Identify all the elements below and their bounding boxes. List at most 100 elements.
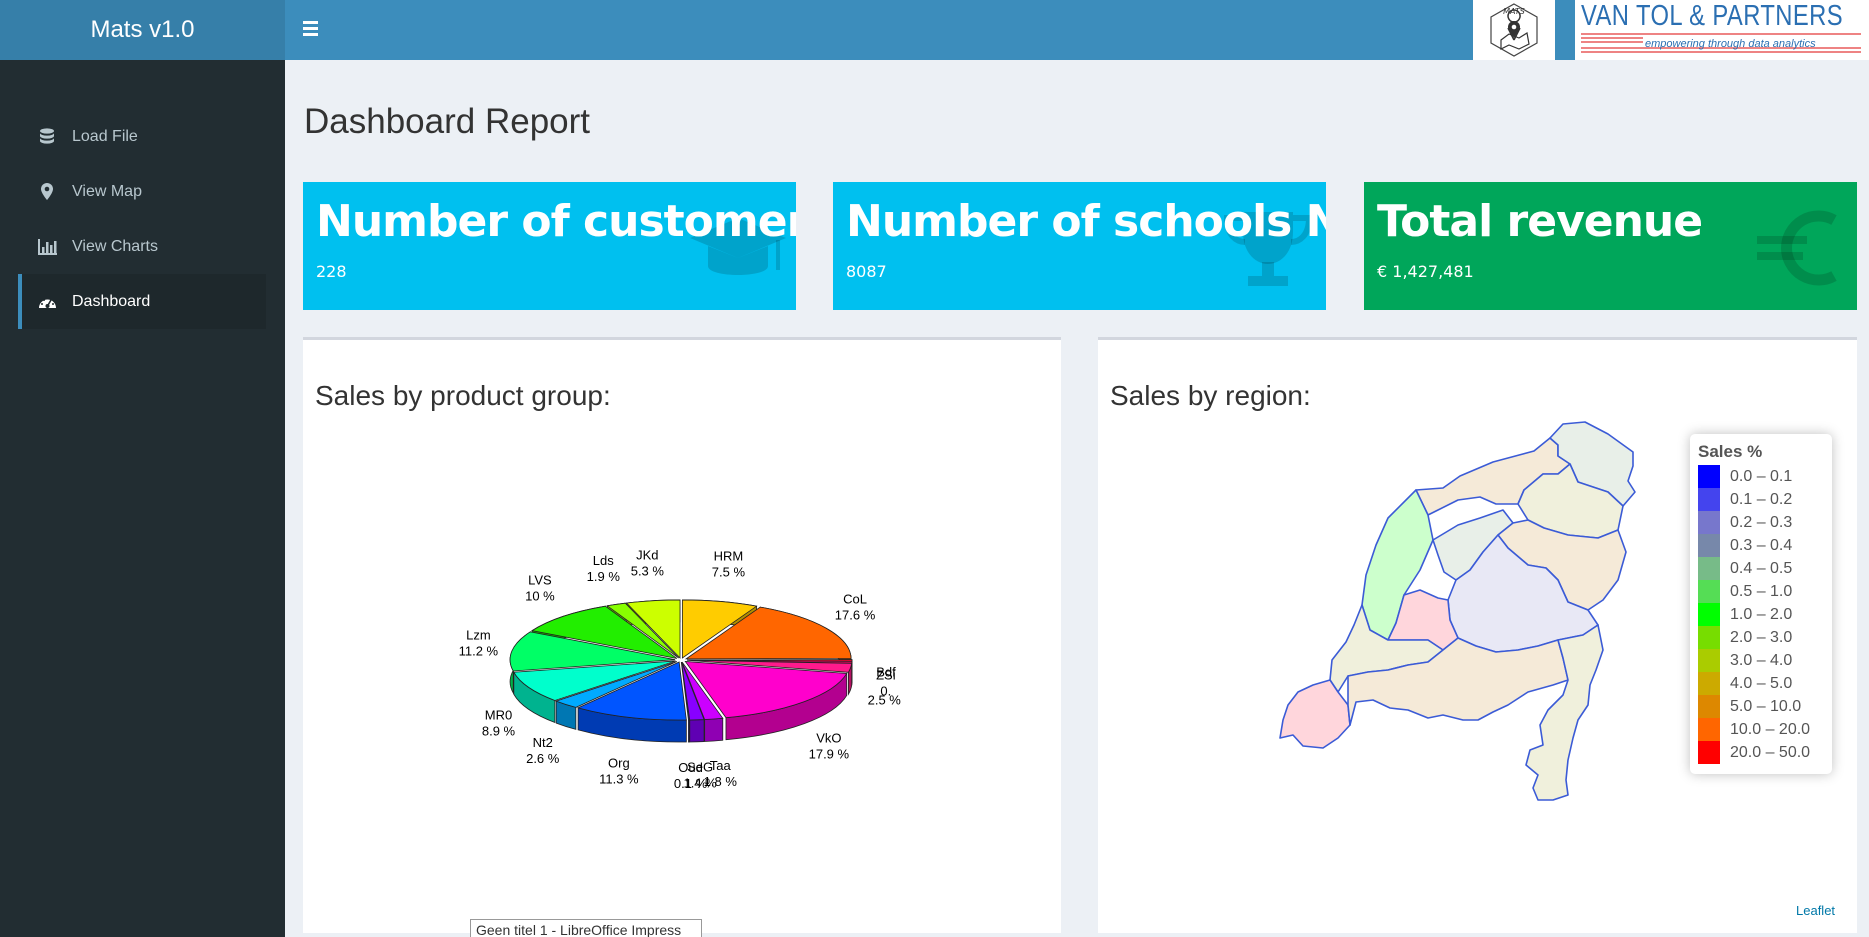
legend-label: 0.3 – 0.4: [1730, 536, 1793, 554]
legend-row: 5.0 – 10.0: [1698, 695, 1824, 718]
legend-label: 10.0 – 20.0: [1730, 720, 1811, 738]
legend-swatch: [1698, 465, 1720, 488]
legend-label: 0.5 – 1.0: [1730, 582, 1793, 600]
company-tagline: empowering through data analytics: [1645, 38, 1816, 50]
legend-label: 0.1 – 0.2: [1730, 490, 1793, 508]
pie-label: Org: [608, 755, 630, 770]
sidebar-toggle-icon[interactable]: [303, 18, 323, 42]
legend-swatch: [1698, 580, 1720, 603]
legend-row: 0.2 – 0.3: [1698, 511, 1824, 534]
valuebox-value: 8087: [846, 262, 887, 281]
legend-row: 10.0 – 20.0: [1698, 718, 1824, 741]
pie-label: JKd: [636, 547, 658, 562]
company-logo: VAN TOL & PARTNERS empowering through da…: [1575, 0, 1869, 60]
taskbar-tooltip: Geen titel 1 - LibreOffice Impress: [470, 919, 702, 937]
pie-value-label: 2.5 %: [868, 693, 902, 708]
pie-label: ZSi: [876, 668, 896, 683]
pie-label: Lzm: [466, 627, 491, 642]
pie-value-label: 17.6 %: [835, 607, 876, 622]
pie-label: Oud: [678, 760, 703, 775]
pie-label: VkO: [816, 730, 841, 745]
sidebar-item-label: View Charts: [72, 237, 158, 255]
legend-label: 3.0 – 4.0: [1730, 651, 1793, 669]
pie-value-label: 10 %: [525, 588, 555, 603]
legend-label: 2.0 – 3.0: [1730, 628, 1793, 646]
pie-chart: HRM7.5 %CoL17.6 %BdfZSi0.2.5 %VkO17.9 %T…: [459, 547, 902, 791]
legend-row: 20.0 – 50.0: [1698, 741, 1824, 764]
pie-label: LVS: [528, 572, 552, 587]
pie-value-label: 5.3 %: [631, 563, 665, 578]
leaflet-attribution-link[interactable]: Leaflet: [1796, 903, 1835, 918]
legend-row: 0.1 – 0.2: [1698, 488, 1824, 511]
pie-label: Nt2: [533, 735, 553, 750]
valuebox-customers: Number of customers 228: [303, 182, 796, 310]
valuebox-value: 228: [316, 262, 347, 281]
legend-row: 0.0 – 0.1: [1698, 465, 1824, 488]
legend-label: 4.0 – 5.0: [1730, 674, 1793, 692]
sidebar-item-load-file[interactable]: Load File: [18, 109, 266, 164]
legend-row: 0.3 – 0.4: [1698, 534, 1824, 557]
database-icon: [36, 126, 58, 148]
top-navbar: MATS VAN TOL & PARTNERS empowering throu…: [285, 0, 1869, 60]
legend-swatch: [1698, 534, 1720, 557]
pie-value-label: 11.3 %: [599, 771, 639, 786]
legend-swatch: [1698, 488, 1720, 511]
legend-swatch: [1698, 626, 1720, 649]
page-title: Dashboard Report: [304, 102, 590, 141]
legend-row: 0.4 – 0.5: [1698, 557, 1824, 580]
pie-slice-side: [689, 719, 705, 743]
valuebox-value: € 1,427,481: [1377, 262, 1474, 281]
legend-row: 2.0 – 3.0: [1698, 626, 1824, 649]
pie-value-label: 1.9 %: [587, 569, 621, 584]
legend-label: 1.0 – 2.0: [1730, 605, 1793, 623]
valuebox-schools: Number of schools NL 8087: [833, 182, 1326, 310]
panel-product-group: Sales by product group: HRM 7.5 % CoL 17.6 …: [303, 337, 1061, 933]
legend-swatch: [1698, 718, 1720, 741]
app-title[interactable]: Mats v1.0: [0, 0, 285, 60]
legend-row: 4.0 – 5.0: [1698, 672, 1824, 695]
legend-label: 5.0 – 10.0: [1730, 697, 1802, 715]
sidebar-item-view-map[interactable]: View Map: [18, 164, 266, 219]
legend-row: 0.5 – 1.0: [1698, 580, 1824, 603]
euro-icon: [1749, 200, 1849, 295]
valuebox-title: Number of customers: [316, 196, 796, 247]
legend-swatch: [1698, 603, 1720, 626]
mats-logo-text: MATS: [1503, 7, 1525, 16]
map-legend: Sales % 0.0 – 0.1 0.1 – 0.2 0.2 – 0.3 0.3 –…: [1690, 434, 1832, 774]
valuebox-title: Number of schools NL: [846, 196, 1326, 247]
dashboard-icon: [36, 291, 58, 313]
legend-label: 20.0 – 50.0: [1730, 743, 1811, 761]
legend-label: 0.2 – 0.3: [1730, 513, 1793, 531]
pie-value-label: 0.1 %: [674, 776, 708, 791]
pie-slice-side: [688, 719, 690, 743]
legend-label: 0.0 – 0.1: [1730, 467, 1793, 485]
pie-value-label: 2.6 %: [526, 751, 560, 766]
pie-label: Lds: [593, 553, 614, 568]
valuebox-revenue: Total revenue € 1,427,481: [1364, 182, 1857, 310]
legend-swatch: [1698, 511, 1720, 534]
legend-row: 1.0 – 2.0: [1698, 603, 1824, 626]
pie-value-label: 7.5 %: [712, 565, 746, 580]
sidebar-item-label: View Map: [72, 182, 142, 200]
legend-swatch: [1698, 741, 1720, 764]
legend-label: 0.4 – 0.5: [1730, 559, 1793, 577]
pie-label: CoL: [843, 591, 867, 606]
sidebar-item-view-charts[interactable]: View Charts: [18, 219, 266, 274]
sidebar-item-dashboard[interactable]: Dashboard: [18, 274, 266, 329]
bar-chart-icon: [36, 236, 58, 258]
legend-swatch: [1698, 672, 1720, 695]
sidebar: Load File View Map View Charts Dashboard: [0, 60, 285, 937]
legend-swatch: [1698, 557, 1720, 580]
legend-title: Sales %: [1698, 442, 1763, 461]
mats-logo: MATS: [1473, 0, 1555, 60]
pie-label: MR0: [485, 708, 512, 723]
sidebar-item-label: Dashboard: [72, 292, 151, 310]
pie-slice-side: [704, 717, 724, 742]
sidebar-item-label: Load File: [72, 127, 138, 145]
pie-value-label: 11.2 %: [459, 643, 499, 658]
pie-value-label: 8.9 %: [482, 724, 516, 739]
legend-swatch: [1698, 649, 1720, 672]
map-marker-icon: [36, 181, 58, 203]
valuebox-title: Total revenue: [1377, 196, 1703, 247]
pie-value-label: 17.9 %: [809, 746, 850, 761]
